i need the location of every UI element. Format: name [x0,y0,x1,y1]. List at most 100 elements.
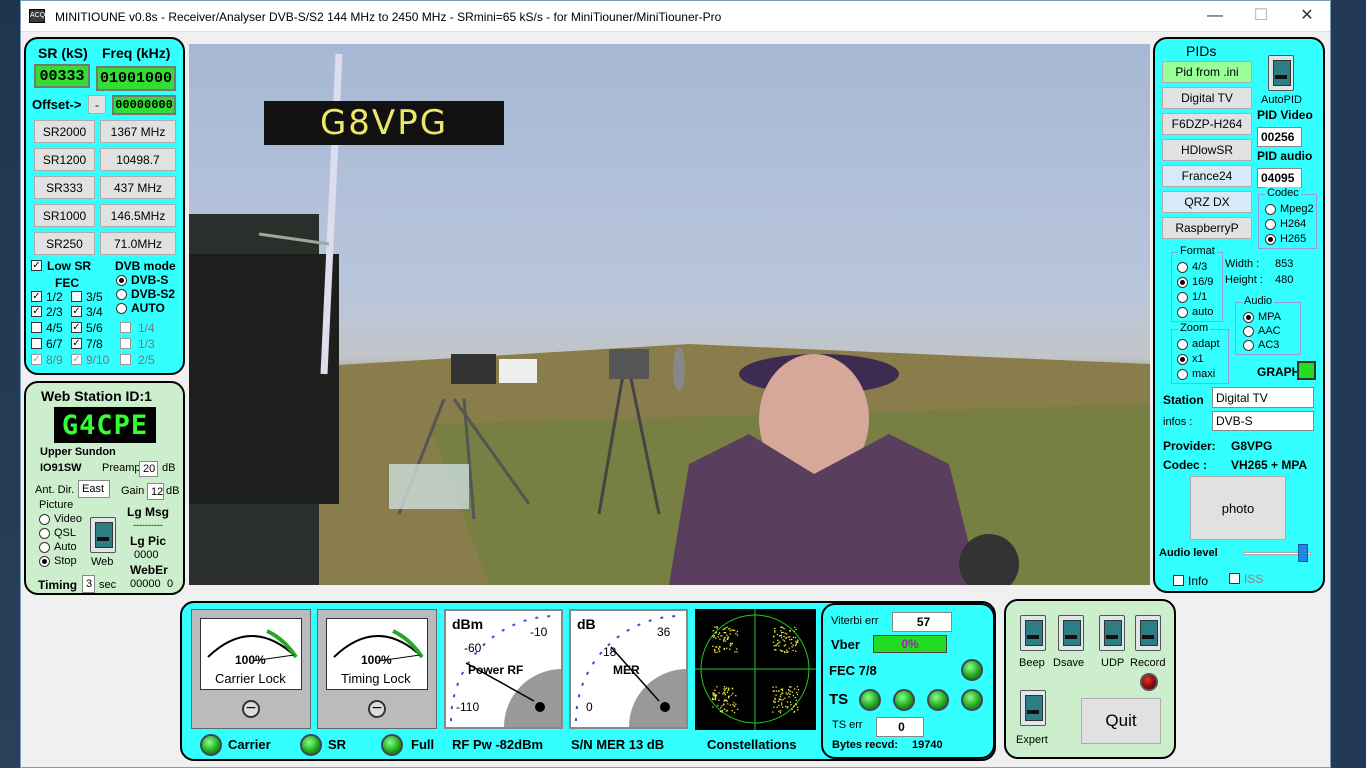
sr-preset-button-3[interactable]: SR1000 [34,204,95,227]
picture-stop-radio[interactable] [39,556,50,567]
minimize-button[interactable]: — [1192,1,1238,31]
timing-input[interactable]: 3 [82,575,95,593]
dsave-switch[interactable] [1058,615,1084,651]
codec-h264-radio[interactable] [1265,219,1276,230]
dvb-s-radio[interactable] [116,275,127,286]
station-input[interactable]: Digital TV [1212,387,1314,408]
fec-label-9-10: 9/10 [86,353,110,367]
ant-dir-input[interactable]: East [78,480,110,498]
freq-display[interactable]: 01001000 [96,66,176,91]
constellation-point [785,692,787,694]
close-button[interactable]: ✕ [1284,1,1330,31]
udp-switch[interactable] [1099,615,1125,651]
fec-checkbox-1-3[interactable] [120,338,131,349]
fec-checkbox-3-5[interactable] [71,291,82,302]
constellation-point [723,688,725,690]
fec-checkbox-8-9[interactable]: ✓ [31,354,42,365]
fec-checkbox-3-4[interactable]: ✓ [71,306,82,317]
f6dzp-h264-button[interactable]: F6DZP-H264 [1162,113,1252,135]
constellation-point [795,640,797,643]
sr-preset-button-4[interactable]: SR250 [34,232,95,255]
audio-mpa-radio[interactable] [1243,312,1254,323]
dvb-s2-radio[interactable] [116,289,127,300]
fec-checkbox-2-5[interactable] [120,354,131,365]
mer-label: MER [613,663,640,677]
timing-lock-label: Timing Lock [341,671,411,686]
picture-video-radio[interactable] [39,514,50,525]
format-4-3-radio[interactable] [1177,262,1188,273]
carrier-meter-knob-icon: − [242,700,260,718]
fec-label-1-3: 1/3 [138,337,155,351]
dvb-auto-radio[interactable] [116,303,127,314]
pid-audio-input[interactable]: 04095 [1257,168,1302,188]
freq-preset-button-0[interactable]: 1367 MHz [100,120,176,143]
constellation-point [788,689,790,692]
quit-button[interactable]: Quit [1081,698,1161,744]
format-auto-radio[interactable] [1177,307,1188,318]
constellation-point [736,648,738,650]
constellation-point [713,636,715,638]
picture-qsl-radio[interactable] [39,528,50,539]
beep-switch[interactable] [1020,615,1046,651]
picture-auto-radio[interactable] [39,542,50,553]
audio-level-slider[interactable] [1298,544,1308,562]
fec-checkbox-6-7[interactable] [31,338,42,349]
format-16-9-radio[interactable] [1177,277,1188,288]
raspberryp-button[interactable]: RaspberryP [1162,217,1252,239]
audio-ac3-radio[interactable] [1243,340,1254,351]
graph-toggle[interactable] [1297,361,1316,380]
offset-display[interactable]: 00000000 [112,95,176,115]
qrz-dx-button[interactable]: QRZ DX [1162,191,1252,213]
codec-h265-radio[interactable] [1265,234,1276,245]
photo-button[interactable]: photo [1190,476,1286,540]
info-checkbox[interactable] [1173,575,1184,586]
pid-video-input[interactable]: 00256 [1257,127,1302,147]
preamp-input[interactable]: 20 [139,461,158,477]
fec-checkbox-9-10[interactable]: ✓ [71,354,82,365]
hdlowsr-button[interactable]: HDlowSR [1162,139,1252,161]
maximize-button[interactable]: ☐ [1238,1,1284,31]
constellation-point [774,627,776,630]
freq-preset-button-1[interactable]: 10498.7 [100,148,176,171]
freq-preset-button-3[interactable]: 146.5MHz [100,204,176,227]
fec-checkbox-1-2[interactable]: ✓ [31,291,42,302]
pid-from-ini-button[interactable]: Pid from .ini [1162,61,1252,83]
video-display[interactable]: G8VPG [189,44,1150,585]
sr-display[interactable]: 00333 [34,64,90,88]
zoom-maxi-radio[interactable] [1177,369,1188,380]
offset-sign-button[interactable]: - [88,95,106,114]
zoom-adapt-radio[interactable] [1177,339,1188,350]
zoom-x1-radio[interactable] [1177,354,1188,365]
fec-checkbox-7-8[interactable]: ✓ [71,338,82,349]
app-icon: ACQ [29,9,45,23]
sr-preset-button-1[interactable]: SR1200 [34,148,95,171]
freq-preset-button-4[interactable]: 71.0MHz [100,232,176,255]
low-sr-checkbox[interactable]: ✓ [31,260,42,271]
constellation-point [790,642,792,644]
web-toggle-switch[interactable] [90,517,116,553]
france24-button[interactable]: France24 [1162,165,1252,187]
constellation-point [795,628,797,630]
codec-mpeg2-radio[interactable] [1265,204,1276,215]
constellation-point [797,641,799,644]
fec-checkbox-4-5[interactable] [31,322,42,333]
expert-switch[interactable] [1020,690,1046,726]
infos-input[interactable]: DVB-S [1212,411,1314,431]
gain-input[interactable]: 12 [147,483,164,500]
full-status-label: Full [411,737,435,752]
format-1-1-radio[interactable] [1177,292,1188,303]
fec-checkbox-5-6[interactable]: ✓ [71,322,82,333]
freq-preset-button-2[interactable]: 437 MHz [100,176,176,199]
constellation-point [712,698,715,701]
sr-preset-button-2[interactable]: SR333 [34,176,95,199]
digital-tv-button[interactable]: Digital TV [1162,87,1252,109]
record-switch[interactable] [1135,615,1161,651]
audio-aac-radio[interactable] [1243,326,1254,337]
iss-checkbox[interactable] [1229,573,1240,584]
fec-checkbox-1-4[interactable] [120,322,131,333]
autopid-switch[interactable] [1268,55,1294,91]
title-bar[interactable]: ACQ MINITIOUNE v0.8s - Receiver/Analyser… [21,1,1330,32]
ts-led-3 [927,689,949,711]
fec-checkbox-2-3[interactable]: ✓ [31,306,42,317]
sr-preset-button-0[interactable]: SR2000 [34,120,95,143]
